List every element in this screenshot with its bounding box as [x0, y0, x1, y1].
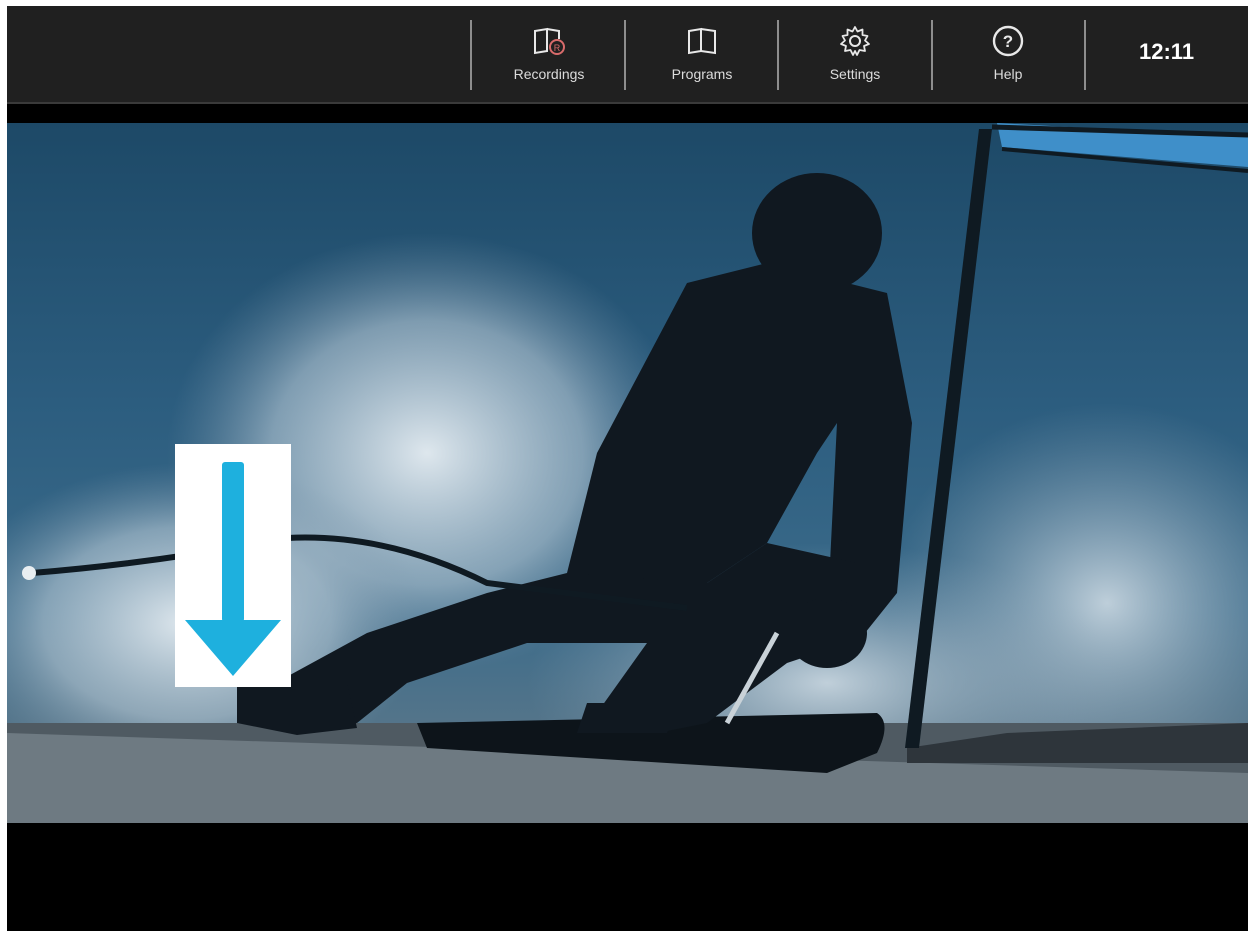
open-book-icon [685, 24, 719, 58]
divider [931, 20, 933, 90]
arrow-down-icon [185, 462, 281, 676]
svg-text:?: ? [1003, 32, 1013, 51]
divider [624, 20, 626, 90]
tv-screen: R Recordings Programs Settings ? Help 12… [7, 6, 1248, 931]
top-menu-bar: R Recordings Programs Settings ? Help 12… [7, 6, 1248, 104]
video-player[interactable] [7, 123, 1248, 823]
nav-recordings[interactable]: R Recordings [489, 24, 609, 94]
divider [777, 20, 779, 90]
nav-recordings-label: Recordings [513, 66, 585, 82]
nav-help-label: Help [993, 66, 1023, 82]
nav-programs-label: Programs [671, 66, 733, 82]
gear-icon [838, 24, 872, 58]
nav-programs[interactable]: Programs [642, 24, 762, 94]
recordings-book-icon: R [532, 24, 566, 58]
nav-settings-label: Settings [829, 66, 881, 82]
divider [1084, 20, 1086, 90]
nav-help[interactable]: ? Help [948, 24, 1068, 94]
svg-text:R: R [554, 43, 561, 53]
question-circle-icon: ? [991, 24, 1025, 58]
letterbox-bar [7, 823, 1248, 931]
divider [470, 20, 472, 90]
nav-settings[interactable]: Settings [795, 24, 915, 94]
scroll-down-hint[interactable] [175, 444, 291, 687]
clock: 12:11 [1139, 39, 1195, 64]
